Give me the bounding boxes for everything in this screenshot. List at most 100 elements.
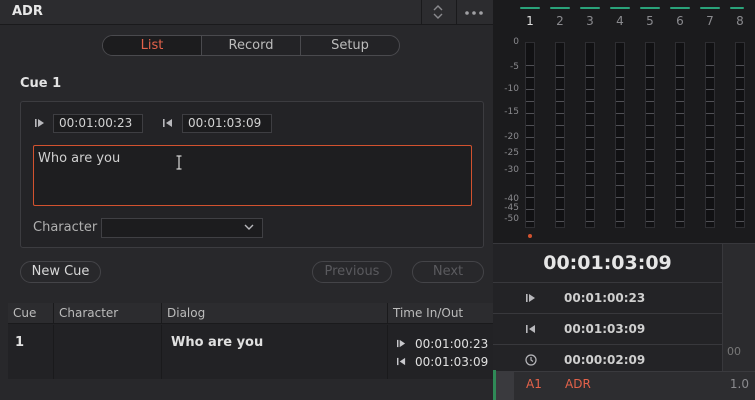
tab-record[interactable]: Record [202,36,301,55]
table-header: Cue Character Dialog Time In/Out [8,303,493,324]
channel-indicator [700,7,720,9]
db-scale-label: -15 [504,107,519,117]
tab-list[interactable]: List [103,36,202,55]
expand-collapse-icon[interactable] [430,3,446,21]
chevron-down-icon [244,224,254,230]
meter-tick [646,173,654,174]
db-scale-label: -45 [504,203,519,213]
meter-tick [586,173,594,174]
next-button[interactable]: Next [412,261,484,283]
meter-tick [526,113,534,114]
row-time-out-value: 00:01:03:09 [415,355,489,369]
cell-cue: 1 [8,325,54,379]
time-out-field[interactable]: 00:01:03:09 [182,114,272,133]
meter-tick [646,125,654,126]
channel-number: 1 [526,14,534,28]
meter-tick [616,197,624,198]
meter-tick [736,89,744,90]
meter-tick [526,209,534,210]
meter-tick [586,113,594,114]
meter-tick [706,221,714,222]
channel-indicator [550,7,570,9]
meter-tick [646,149,654,150]
level-meter [525,42,535,228]
timecode-out-value: 00:01:03:09 [564,322,646,336]
meter-tick [586,65,594,66]
track-selection-strip [493,370,496,400]
column-header-character[interactable]: Character [54,303,162,324]
channel-indicator [580,7,600,9]
previous-button[interactable]: Previous [312,261,392,283]
dialog-text: Who are you [38,151,121,166]
meter-tick [706,149,714,150]
channel-number: 7 [706,14,714,28]
meter-tick [556,137,564,138]
level-meter [705,42,715,228]
adr-panel: ADR List Record Setup Cue 1 00:01:00:23 … [0,0,493,400]
meter-tick [646,185,654,186]
db-scale-label: -10 [504,84,519,94]
meter-tick [526,221,534,222]
track-name: ADR [565,377,591,391]
meter-tick [556,101,564,102]
meter-tick [646,77,654,78]
db-scale-label: -50 [504,214,519,224]
mark-out-icon [526,325,535,333]
clock-icon [525,354,537,366]
db-scale-label: -30 [504,165,519,175]
meter-tick [676,221,684,222]
cue-table: Cue Character Dialog Time In/Out 1 Who a… [8,303,493,379]
track-row[interactable]: A1 ADR 1.0 [496,371,755,400]
meter-tick [556,149,564,150]
meter-tick [706,137,714,138]
current-timecode: 00:01:03:09 [493,244,722,283]
row-time-in: 00:01:00:23 [397,335,493,353]
channel-number: 4 [616,14,624,28]
meter-tick [646,65,654,66]
meter-tick [706,209,714,210]
new-cue-button[interactable]: New Cue [20,261,101,283]
column-header-dialog[interactable]: Dialog [162,303,388,324]
meter-tick [616,89,624,90]
meter-tick [586,125,594,126]
meter-tick [646,89,654,90]
meter-tick [556,209,564,210]
column-header-cue[interactable]: Cue [8,303,54,324]
mark-in-icon [526,294,535,302]
meter-tick [616,137,624,138]
meter-tick [646,137,654,138]
meter-tick [706,197,714,198]
meter-tick [736,149,744,150]
meter-tick [676,101,684,102]
meter-tick [526,197,534,198]
meter-tick [556,77,564,78]
meter-tick [616,113,624,114]
meter-tick [676,209,684,210]
side-value: 00 [727,345,741,358]
track-volume: 1.0 [729,377,749,391]
cue-heading: Cue 1 [20,76,62,91]
channel-number: 5 [646,14,654,28]
meter-tick [736,185,744,186]
channel-indicator [670,7,690,9]
character-select[interactable] [101,218,263,238]
mark-in-icon [397,339,406,348]
meter-tick [676,185,684,186]
more-options-icon[interactable] [464,10,484,16]
column-header-time[interactable]: Time In/Out [388,303,493,324]
meter-tick [556,161,564,162]
meter-tick [676,149,684,150]
dialog-textarea[interactable]: Who are you [33,145,472,206]
db-scale-label: -20 [504,132,519,142]
meter-tick [736,125,744,126]
time-in-field[interactable]: 00:01:00:23 [53,114,143,133]
cue-editor: 00:01:00:23 00:01:03:09 Who are you Char… [20,101,484,248]
channel-indicator [520,7,540,9]
meter-tick [676,113,684,114]
meter-tick [556,113,564,114]
panel-title: ADR [12,4,43,19]
tab-setup[interactable]: Setup [301,36,399,55]
meter-tick [586,185,594,186]
meter-tick [586,149,594,150]
channel-number: 2 [556,14,564,28]
